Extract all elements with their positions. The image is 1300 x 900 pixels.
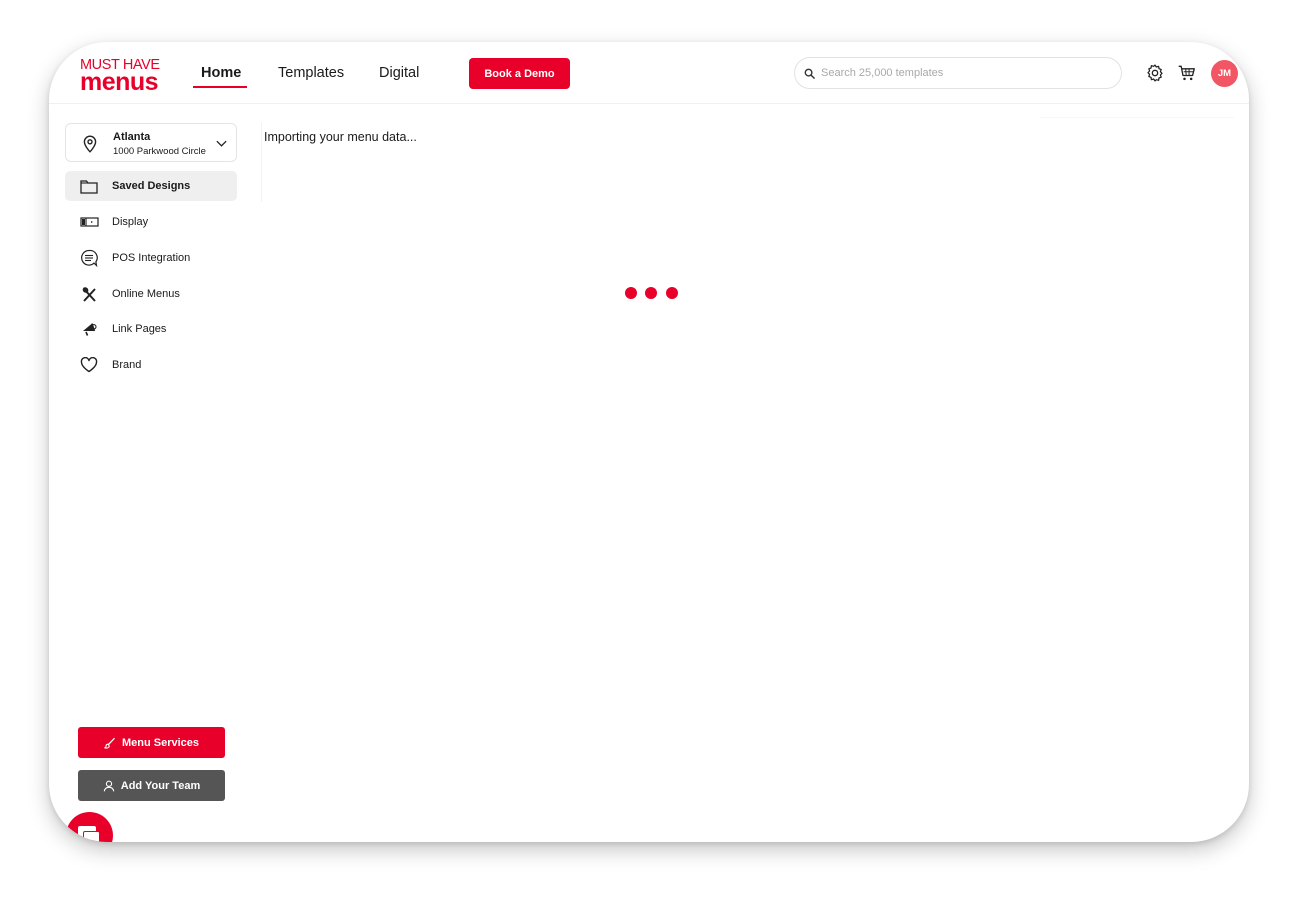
folder-icon — [79, 177, 99, 195]
loading-dot — [645, 287, 657, 299]
pos-icon — [79, 249, 99, 267]
gear-icon[interactable] — [1145, 63, 1165, 83]
utensils-icon — [79, 285, 99, 303]
logo-bottom-text: menus — [80, 67, 159, 96]
chat-button[interactable] — [66, 812, 113, 842]
loading-dot — [666, 287, 678, 299]
search-icon — [804, 68, 815, 79]
megaphone-icon — [79, 320, 99, 338]
sidebar-item-brand[interactable]: Brand — [65, 350, 237, 380]
user-icon — [103, 780, 115, 791]
sidebar-item-label: Display — [112, 216, 149, 228]
cart-icon[interactable] — [1177, 63, 1197, 83]
sidebar-item-pos-integration[interactable]: POS Integration — [65, 243, 237, 273]
top-header: MUST HAVE menus Home Templates Digital B… — [49, 42, 1249, 104]
nav-home[interactable]: Home — [201, 65, 241, 81]
display-icon — [79, 213, 99, 231]
import-status-text: Importing your menu data... — [264, 130, 417, 144]
sidebar-item-label: Link Pages — [112, 323, 167, 335]
location-city: Atlanta — [113, 131, 151, 143]
sidebar-item-label: Saved Designs — [112, 180, 191, 192]
sidebar-item-display[interactable]: Display — [65, 207, 237, 237]
sidebar-item-link-pages[interactable]: Link Pages — [65, 314, 237, 344]
faint-divider — [1039, 117, 1234, 118]
nav-digital[interactable]: Digital — [379, 65, 419, 81]
content-divider — [261, 122, 262, 202]
app-window: MUST HAVE menus Home Templates Digital B… — [49, 42, 1249, 842]
user-avatar[interactable]: JM — [1211, 60, 1238, 87]
sidebar-item-label: Online Menus — [112, 288, 180, 300]
search-bar[interactable] — [794, 57, 1122, 89]
sidebar-item-label: POS Integration — [112, 252, 191, 264]
brand-logo[interactable]: MUST HAVE menus — [80, 58, 162, 94]
map-pin-icon — [83, 135, 97, 153]
loading-dot — [625, 287, 637, 299]
menu-services-label: Menu Services — [121, 736, 200, 749]
heart-icon — [79, 356, 99, 374]
loading-indicator — [625, 287, 681, 301]
nav-templates[interactable]: Templates — [278, 65, 344, 81]
book-demo-button[interactable]: Book a Demo — [469, 58, 570, 89]
location-selector[interactable]: Atlanta 1000 Parkwood Circle — [65, 123, 237, 162]
menu-services-button[interactable]: Menu Services — [78, 727, 225, 758]
sidebar-item-saved-designs[interactable]: Saved Designs — [65, 171, 237, 201]
brush-icon — [103, 737, 115, 749]
nav-home-active-indicator — [193, 86, 247, 88]
sidebar-item-label: Brand — [112, 359, 142, 371]
add-team-label: Add Your Team — [120, 779, 201, 792]
chevron-down-icon — [216, 140, 227, 147]
search-input[interactable] — [821, 67, 1111, 79]
sidebar-item-online-menus[interactable]: Online Menus — [65, 279, 237, 309]
chat-icon-secondary — [83, 831, 100, 842]
add-team-button[interactable]: Add Your Team — [78, 770, 225, 801]
location-address: 1000 Parkwood Circle — [113, 146, 206, 157]
